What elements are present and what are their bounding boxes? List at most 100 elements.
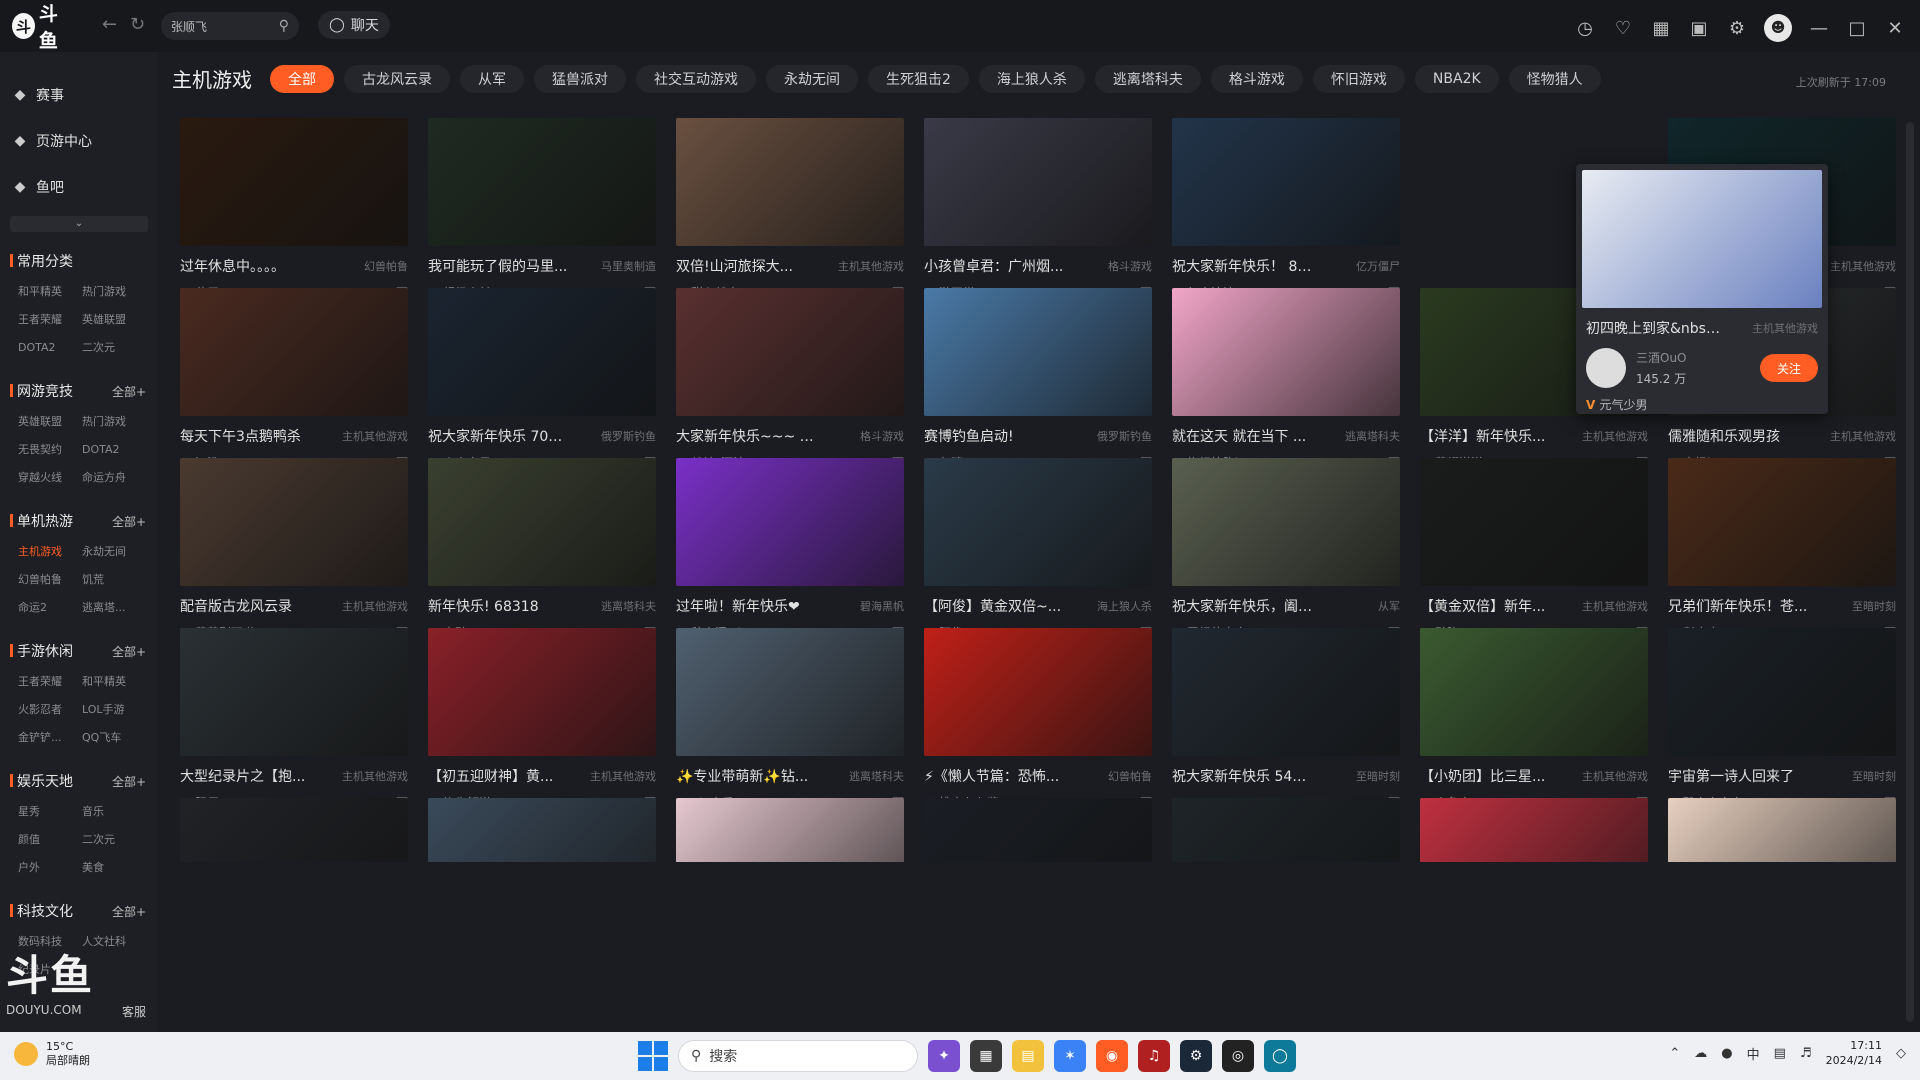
live-room-card[interactable]: 过年休息中。。。。 幻兽帕鲁 黄子 454.2 万 [180,118,408,314]
sidebar-subcategory[interactable]: 和平精英 [82,668,146,696]
live-room-card[interactable]: ✨专业带萌新✨钻... 逃离塔科夫 Biu十香 42.6 万 [676,628,904,824]
sidebar-subcategory[interactable]: 和平精英 [18,278,82,306]
sidebar-group-more[interactable]: 全部+ [112,773,146,790]
room-title[interactable]: 宇宙第一诗人回来了 [1668,766,1794,786]
room-category[interactable]: 主机其他游戏 [838,258,904,274]
live-room-card[interactable]: 配音版古龙风云录 主机其他游戏 菜菜别玩啦 67.8 万 [180,458,408,654]
room-title[interactable]: 祝大家新年快乐 705... [428,426,568,446]
room-thumbnail[interactable] [1172,628,1400,756]
sidebar-group-header[interactable]: 常用分类 [0,244,158,278]
app-icon[interactable]: ✶ [1054,1040,1086,1072]
sidebar-subcategory[interactable]: 逃离塔... [82,594,146,622]
room-thumbnail[interactable] [180,798,408,862]
live-room-card[interactable]: 祝大家新年快乐，阖家欢... 从军 冒烃的卡卡 55.4 万 [1172,458,1400,654]
sidebar-subcategory[interactable]: 热门游戏 [82,278,146,306]
hover-card-thumbnail[interactable] [1582,170,1822,308]
sidebar-group-header[interactable]: 科技文化 全部+ [0,894,158,928]
live-room-card[interactable]: 兄弟们新年快乐！苍... 至暗时刻 彭皮皮丶 45.9 万 [1668,458,1896,654]
network-icon[interactable]: ▤ [1774,1046,1786,1061]
live-room-card[interactable] [1668,798,1896,862]
room-thumbnail[interactable] [1172,118,1400,246]
tag-3[interactable]: 猛兽派对 [534,64,626,93]
room-category[interactable]: 逃离塔科夫 [601,598,656,614]
sidebar-subcategory[interactable]: 幻兽帕鲁 [18,566,82,594]
live-room-card[interactable]: 【初五迎财神】黄... 主机其他游戏 烧生解说 42.9 万 [428,628,656,824]
search-input[interactable]: 张顺飞 ⚲ [161,12,299,40]
room-title[interactable]: 【初五迎财神】黄... [428,766,553,786]
sidebar-subcategory[interactable]: QQ飞车 [82,724,146,752]
room-title[interactable]: 就在这天 就在当下 ... [1172,426,1306,446]
sidebar-group-header[interactable]: 网游竞技 全部+ [0,374,158,408]
tag-2[interactable]: 从军 [460,64,524,93]
room-thumbnail[interactable] [676,458,904,586]
tag-9[interactable]: 格斗游戏 [1210,64,1303,93]
sidebar-group-header[interactable]: 手游休闲 全部+ [0,634,158,668]
room-category[interactable]: 俄罗斯钓鱼 [601,428,656,444]
room-title[interactable]: 小孩曾卓君：广州烟... [924,256,1063,276]
sidebar-subcategory[interactable]: 热门游戏 [82,408,146,436]
anchor-avatar[interactable] [1586,348,1626,388]
live-room-card[interactable]: 大家新年快乐~~~ 37... 格斗游戏 战神_河池VR 94.9 万 [676,288,904,484]
room-category[interactable]: 从军 [1378,598,1400,614]
ime-indicator[interactable]: 中 [1747,1044,1760,1063]
volume-icon[interactable]: ♬ [1800,1046,1812,1061]
room-category[interactable]: 亿万僵尸 [1356,258,1400,274]
live-room-card[interactable]: 宇宙第一诗人回来了 至暗时刻 酸安安安安 35.2 万 [1668,628,1896,824]
tag-10[interactable]: 怀旧游戏 [1312,64,1405,93]
room-title[interactable]: 【阿俊】黄金双倍~... [924,596,1061,616]
room-thumbnail[interactable] [924,628,1152,756]
live-room-card[interactable]: 每天下午3点鹅鸭杀 主机其他游戏 江淮 120.6 万 [180,288,408,484]
copilot-icon[interactable]: ✦ [928,1040,960,1072]
sidebar-group-more[interactable]: 全部+ [112,513,146,530]
heart-icon[interactable]: ♡ [1612,18,1634,39]
customer-service-link[interactable]: 客服 [122,1003,146,1020]
live-room-card[interactable]: 我可能玩了假的马里... 马里奥制造 超级小桀 244.1 万 [428,118,656,314]
sidebar-group-more[interactable]: 全部+ [112,643,146,660]
scrollbar[interactable] [1906,122,1914,1022]
room-thumbnail[interactable] [924,798,1152,862]
room-thumbnail[interactable] [428,118,656,246]
live-room-card[interactable]: 【小奶团】比三星... 主机其他游戏 小鱼宝o 35.8 万 [1420,628,1648,824]
live-room-card[interactable]: 祝大家新年快乐 705... 俄罗斯钓鱼 幽人之风 43 万 [428,288,656,484]
sidebar-subcategory[interactable]: 无畏契约 [18,436,82,464]
sidebar-collapse-button[interactable]: ⌄ [10,216,148,232]
sidebar-subcategory[interactable]: 王者荣耀 [18,668,82,696]
sidebar-item-2[interactable]: ◆ 鱼吧 [0,164,158,210]
folder-icon[interactable]: ▤ [1012,1040,1044,1072]
live-room-card[interactable]: 小孩曾卓君：广州烟... 格斗游戏 游天堂 165.2 万 [924,118,1152,314]
room-title[interactable]: 过年啦！新年快乐❤ [676,596,800,616]
sidebar-subcategory[interactable]: 二次元 [82,826,146,854]
room-category[interactable]: 海上狼人杀 [1097,598,1152,614]
sidebar-subcategory[interactable]: 火影忍者 [18,696,82,724]
room-title[interactable]: 我可能玩了假的马里... [428,256,567,276]
history-icon[interactable]: ◷ [1574,18,1596,39]
room-title[interactable]: 新年快乐! 68318 [428,596,539,616]
room-thumbnail[interactable] [676,118,904,246]
close-icon[interactable]: ✕ [1884,18,1906,39]
sidebar-group-header[interactable]: 单机热游 全部+ [0,504,158,538]
room-thumbnail[interactable] [1420,798,1648,862]
sidebar-subcategory[interactable]: LOL手游 [82,696,146,724]
refresh-icon[interactable]: ↻ [130,14,145,35]
room-thumbnail[interactable] [428,628,656,756]
sidebar-group-header[interactable]: 娱乐天地 全部+ [0,764,158,798]
tray-expand-icon[interactable]: ⌃ [1669,1046,1680,1061]
room-category[interactable]: 逃离塔科夫 [849,768,904,784]
tag-8[interactable]: 逃离塔科夫 [1094,64,1201,93]
room-thumbnail[interactable] [1172,288,1400,416]
calendar-icon[interactable]: ▦ [1650,18,1672,39]
clock[interactable]: 17:11 2024/2/14 [1826,1038,1882,1068]
room-title[interactable]: 【洋洋】新年快乐... [1420,426,1545,446]
sidebar-group-more[interactable]: 全部+ [112,903,146,920]
room-category[interactable]: 逃离塔科夫 [1345,428,1400,444]
cloud-icon[interactable]: ☁ [1694,1046,1707,1061]
room-category[interactable]: 主机其他游戏 [1830,258,1896,274]
room-thumbnail[interactable] [924,458,1152,586]
room-category[interactable]: 至暗时刻 [1356,768,1400,784]
room-category[interactable]: 主机其他游戏 [342,428,408,444]
room-thumbnail[interactable] [676,288,904,416]
tag-5[interactable]: 永劫无间 [766,64,858,93]
tag-4[interactable]: 社交互动游戏 [636,64,756,93]
sidebar-subcategory[interactable]: 王者荣耀 [18,306,82,334]
room-thumbnail[interactable] [1172,458,1400,586]
